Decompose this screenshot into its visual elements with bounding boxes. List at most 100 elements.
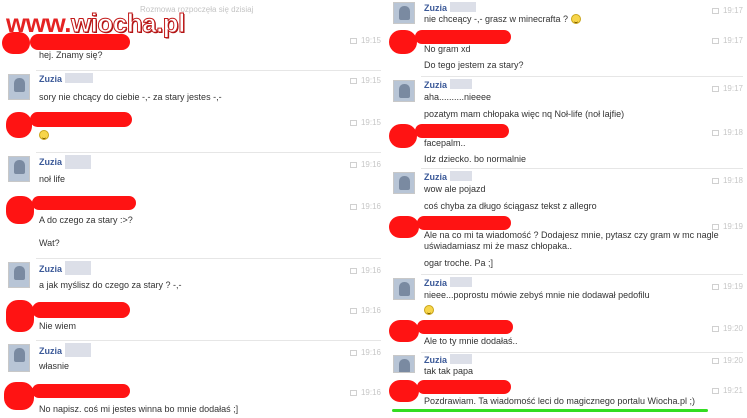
message-checkbox[interactable] — [349, 38, 357, 44]
message-time: 19:16 — [349, 266, 381, 275]
redacted-avatar — [389, 380, 419, 402]
message-checkbox[interactable] — [349, 308, 357, 314]
message-checkbox[interactable] — [349, 162, 357, 168]
message-text: Wat? — [39, 238, 60, 248]
message-checkbox[interactable] — [711, 38, 719, 44]
blurred-surname — [450, 354, 472, 364]
avatar[interactable] — [393, 278, 415, 300]
message-time: 19:19 — [711, 282, 743, 291]
blurred-surname — [450, 171, 472, 181]
avatar[interactable] — [8, 262, 30, 288]
sender-name[interactable]: Zuzia — [424, 172, 447, 182]
redacted-name — [417, 380, 511, 394]
message-checkbox[interactable] — [711, 358, 719, 364]
redacted-avatar — [6, 300, 34, 332]
message-text: nie chceący -,- grasz w minecrafta ? — [424, 14, 569, 24]
avatar[interactable] — [8, 74, 30, 100]
redacted-name — [417, 216, 511, 230]
message-time: 19:18 — [711, 128, 743, 137]
message-time: 19:15 — [349, 118, 381, 127]
message-checkbox[interactable] — [349, 390, 357, 396]
redacted-avatar — [389, 124, 417, 148]
redacted-name — [32, 196, 136, 210]
message-time: 19:18 — [711, 176, 743, 185]
message-time: 19:17 — [711, 6, 743, 15]
avatar[interactable] — [393, 80, 415, 102]
avatar[interactable] — [8, 156, 30, 182]
message-checkbox[interactable] — [349, 204, 357, 210]
sender-name[interactable]: Zuzia — [424, 355, 447, 365]
message-text: ogar troche. Pa ;] — [424, 258, 494, 268]
blurred-surname — [65, 343, 91, 357]
message-time: 19:15 — [349, 76, 381, 85]
redacted-name — [30, 112, 132, 127]
message-text: a jak myślisz do czego za stary ? -,- — [39, 280, 182, 290]
redacted-avatar — [4, 382, 34, 410]
message-text: Idz dziecko. bo normalnie — [424, 154, 527, 164]
smiley-icon — [424, 305, 434, 315]
divider — [36, 340, 381, 341]
message-text: A do czego za stary :>? — [39, 215, 133, 225]
message-text: Nie wiem — [39, 321, 77, 331]
divider — [36, 70, 381, 71]
redacted-name — [32, 384, 130, 398]
message-checkbox[interactable] — [711, 224, 719, 230]
message-time: 19:16 — [349, 202, 381, 211]
sender-name[interactable]: Zuzia — [39, 157, 62, 167]
message-checkbox[interactable] — [711, 284, 719, 290]
message-checkbox[interactable] — [711, 8, 719, 14]
message-text: sory nie chcący do ciebie -,- za stary j… — [39, 92, 222, 102]
smiley-icon — [571, 14, 581, 24]
divider — [421, 274, 743, 275]
message-text: nieee...poprostu mówie zebyś mnie nie do… — [424, 290, 650, 300]
message-checkbox[interactable] — [711, 130, 719, 136]
message-time: 19:20 — [711, 356, 743, 365]
message-checkbox[interactable] — [711, 86, 719, 92]
sender-name[interactable]: Zuzia — [424, 80, 447, 90]
message-checkbox[interactable] — [349, 78, 357, 84]
message-text: No napisz. coś mi jestes winna bo mnie d… — [39, 404, 239, 414]
message-checkbox[interactable] — [349, 120, 357, 126]
redacted-name — [415, 124, 509, 138]
message-time: 19:21 — [711, 386, 743, 395]
avatar[interactable] — [393, 2, 415, 24]
redacted-name — [417, 320, 513, 334]
blurred-surname — [65, 155, 91, 169]
redacted-avatar — [389, 320, 419, 342]
divider — [421, 76, 743, 77]
message-text: Do tego jestem za stary? — [424, 60, 524, 70]
message-time: 19:16 — [349, 306, 381, 315]
message-text: tak tak papa — [424, 366, 474, 376]
redacted-name — [32, 302, 130, 318]
sender-name[interactable]: Zuzia — [39, 74, 62, 84]
sender-name[interactable]: Zuzia — [39, 346, 62, 356]
message-text: facepalm.. — [424, 138, 466, 148]
avatar[interactable] — [393, 355, 415, 373]
message-checkbox[interactable] — [711, 326, 719, 332]
redacted-avatar — [6, 196, 34, 224]
message-text: hej. Znamy się? — [39, 50, 103, 60]
sender-name[interactable]: Zuzia — [39, 264, 62, 274]
message-checkbox[interactable] — [349, 350, 357, 356]
message-text: Ale to ty mnie dodałaś.. — [424, 336, 518, 346]
message-text: pozatym mam chłopaka więc nq Noł-life (n… — [424, 109, 625, 119]
message-checkbox[interactable] — [711, 388, 719, 394]
message-text: aha..........nieeee — [424, 92, 492, 102]
message-time: 19:20 — [711, 324, 743, 333]
redacted-avatar — [389, 216, 419, 238]
highlight-underline — [392, 409, 708, 412]
avatar[interactable] — [393, 172, 415, 194]
message-checkbox[interactable] — [711, 178, 719, 184]
message-checkbox[interactable] — [349, 268, 357, 274]
message-text: wow ale pojazd — [424, 184, 486, 194]
sender-name[interactable]: Zuzia — [424, 3, 447, 13]
message-time: 19:16 — [349, 388, 381, 397]
sender-name[interactable]: Zuzia — [424, 278, 447, 288]
divider — [421, 168, 743, 169]
chat-column-right: Zuzia nie chceący -,- grasz w minecrafta… — [385, 0, 747, 418]
divider — [36, 152, 381, 153]
divider — [421, 352, 743, 353]
avatar[interactable] — [8, 344, 30, 372]
divider — [36, 258, 381, 259]
chat-column-left: Rozmowa rozpoczęła się dzisiaj hej. Znam… — [0, 0, 385, 418]
